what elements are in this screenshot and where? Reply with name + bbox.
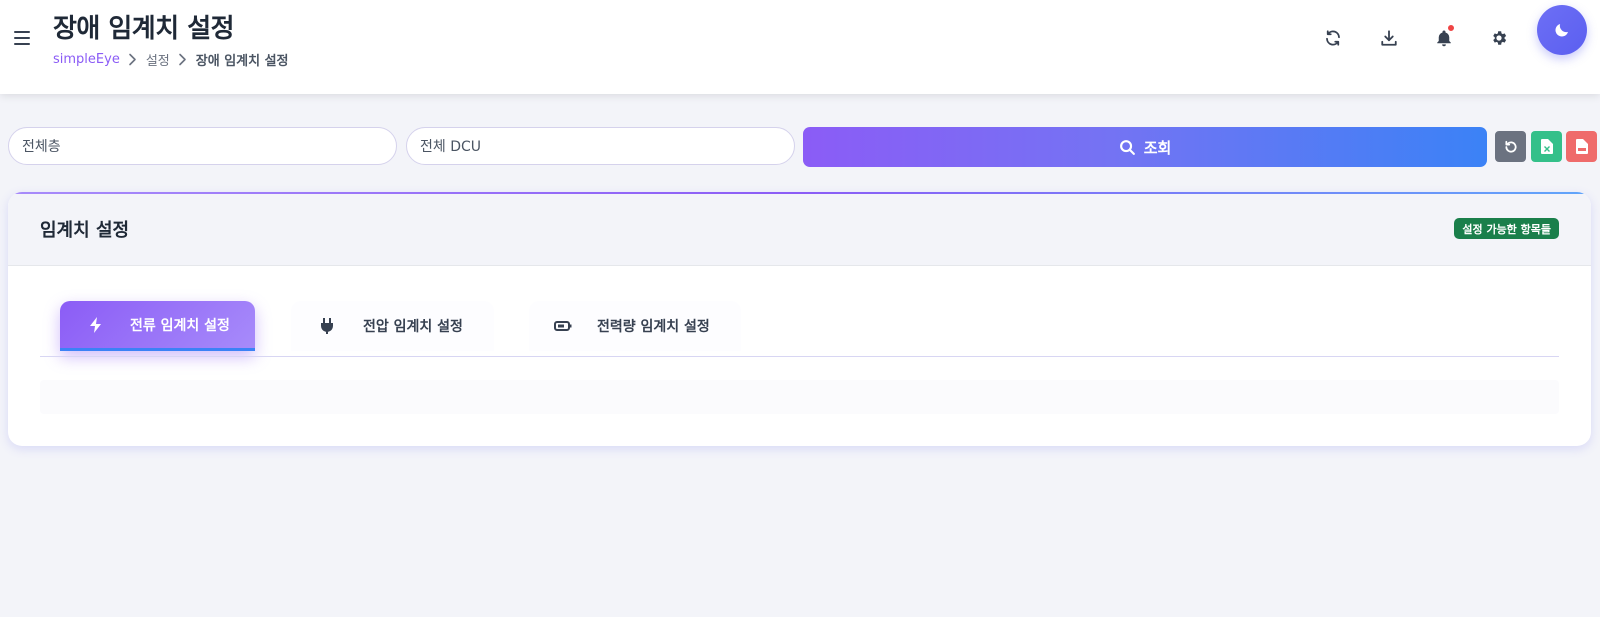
reset-button[interactable] [1495,131,1526,162]
bell-icon[interactable] [1430,24,1458,52]
theme-toggle-button[interactable] [1537,5,1587,55]
breadcrumb-parent[interactable]: 설정 [146,50,170,69]
excel-export-button[interactable] [1531,131,1562,162]
status-badge: 설정 가능한 항목들 [1454,218,1559,239]
card-title: 임계치 설정 [40,220,130,241]
tab-energy-threshold[interactable]: 전력량 임계치 설정 [529,301,741,351]
download-icon[interactable] [1375,24,1403,52]
plug-icon [318,317,336,335]
search-button[interactable]: 조회 [803,127,1487,167]
tab-voltage-threshold[interactable]: 전압 임계치 설정 [291,301,494,351]
floor-select[interactable]: 전체층 [8,127,397,165]
dcu-select-value: 전체 DCU [420,139,482,155]
breadcrumb-current: 장애 임계치 설정 [195,54,289,69]
chevron-right-icon [126,53,140,67]
notification-dot [1447,24,1455,32]
search-button-label: 조회 [1143,138,1172,157]
menu-icon[interactable] [14,31,30,45]
pdf-export-button[interactable] [1566,131,1597,162]
top-header: 장애 임계치 설정 simpleEye 설정 장애 임계치 설정 [0,0,1600,94]
tab-current-threshold[interactable]: 전류 임계치 설정 [60,301,255,351]
page-title: 장애 임계치 설정 [53,14,235,44]
gear-icon[interactable] [1485,24,1513,52]
excel-file-icon [1540,139,1553,154]
chevron-right-icon [176,53,190,67]
undo-icon [1504,140,1516,153]
battery-icon [554,317,572,335]
tab-content-panel [40,380,1559,414]
bolt-icon [86,316,104,334]
tab-label: 전류 임계치 설정 [130,317,230,334]
moon-icon [1555,24,1568,37]
dcu-select[interactable]: 전체 DCU [406,127,795,165]
search-icon [1119,139,1135,155]
refresh-icon[interactable] [1319,24,1347,52]
floor-select-value: 전체층 [22,139,61,155]
pdf-file-icon [1575,139,1588,154]
tab-divider [40,356,1559,357]
tab-label: 전력량 임계치 설정 [597,319,710,335]
threshold-card: 임계치 설정 설정 가능한 항목들 전류 임계치 설정 전압 임계치 설정 전력… [8,192,1591,446]
breadcrumb: simpleEye 설정 장애 임계치 설정 [53,50,289,69]
tab-label: 전압 임계치 설정 [363,319,463,335]
breadcrumb-home[interactable]: simpleEye [53,52,120,67]
card-header: 임계치 설정 설정 가능한 항목들 [8,194,1591,266]
